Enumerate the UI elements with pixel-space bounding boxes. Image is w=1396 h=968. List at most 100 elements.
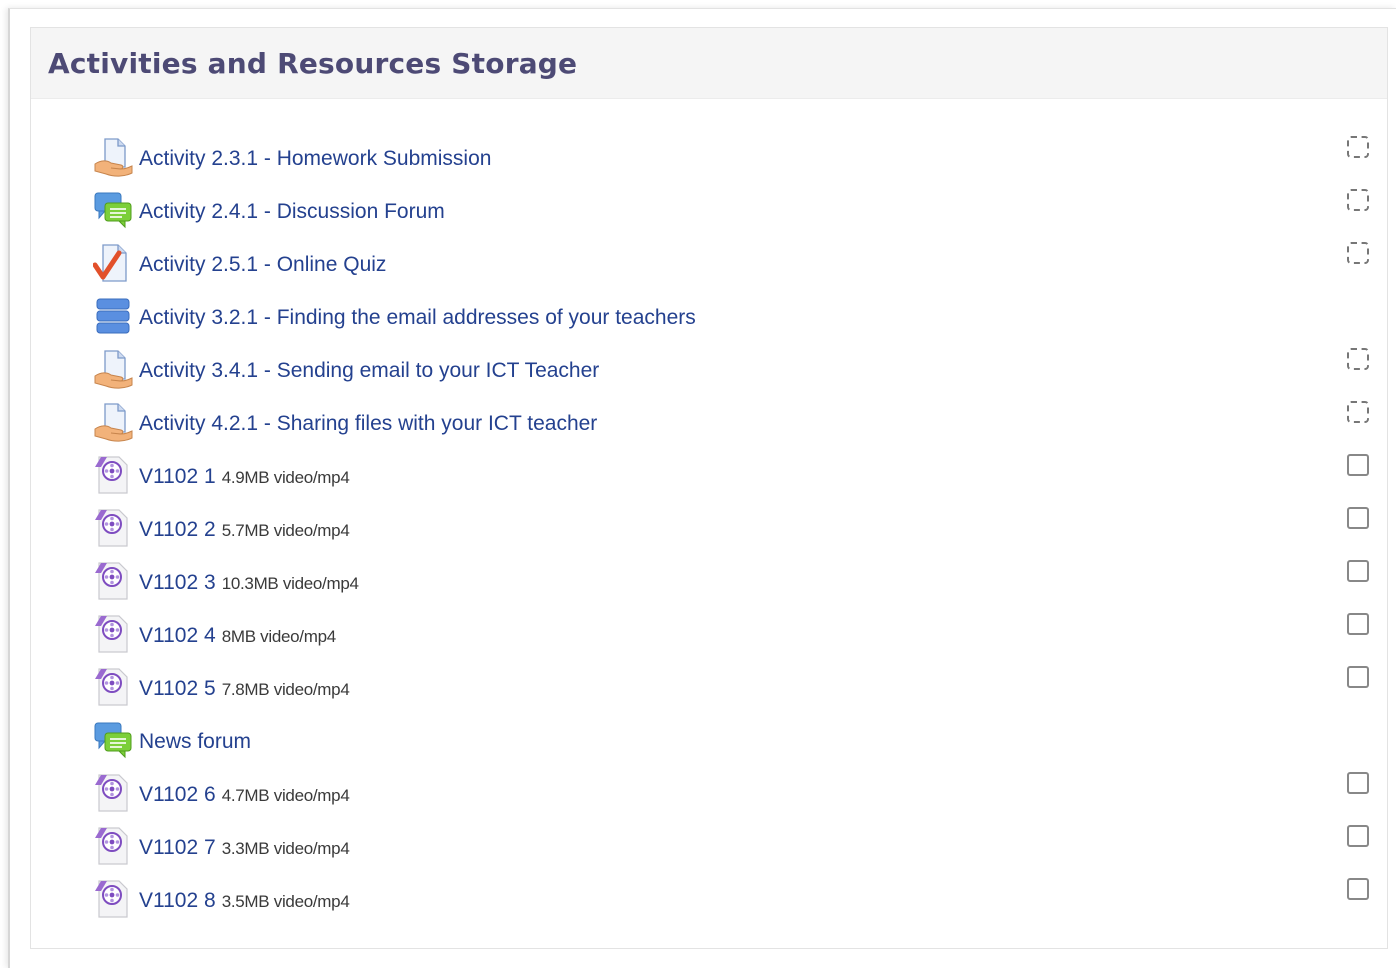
- video-file-icon: [93, 667, 133, 707]
- auto-completion-checkbox[interactable]: [1347, 401, 1369, 423]
- video-file-icon: [93, 455, 133, 495]
- video-file-icon: [93, 561, 133, 601]
- forum-icon: [93, 190, 133, 230]
- manual-completion-checkbox[interactable]: [1347, 772, 1369, 794]
- auto-completion-checkbox[interactable]: [1347, 348, 1369, 370]
- activity-row: V1102 8 3.5MB video/mp4: [31, 875, 1387, 928]
- activity-name: V1102 5: [139, 677, 216, 700]
- activity-name: Activity 2.5.1 - Online Quiz: [139, 253, 387, 276]
- activity-row: V1102 5 7.8MB video/mp4: [31, 663, 1387, 716]
- activity-link[interactable]: News forum: [93, 720, 251, 760]
- file-size-type: 4.7MB video/mp4: [221, 786, 350, 805]
- activity-row: V1102 6 4.7MB video/mp4: [31, 769, 1387, 822]
- activity-link[interactable]: V1102 5 7.8MB video/mp4: [93, 667, 350, 707]
- manual-completion-checkbox[interactable]: [1347, 454, 1369, 476]
- activity-label: Activity 2.3.1 - Homework Submission: [139, 147, 491, 171]
- activity-row: V1102 7 3.3MB video/mp4: [31, 822, 1387, 875]
- auto-completion-checkbox[interactable]: [1347, 136, 1369, 158]
- activity-label: V1102 6 4.7MB video/mp4: [139, 783, 350, 807]
- activity-name: Activity 4.2.1 - Sharing files with your…: [139, 412, 598, 435]
- activity-name: V1102 6: [139, 783, 216, 806]
- activity-link[interactable]: Activity 2.5.1 - Online Quiz: [93, 243, 386, 283]
- video-file-icon: [93, 879, 133, 919]
- activity-link[interactable]: V1102 7 3.3MB video/mp4: [93, 826, 350, 866]
- page-frame: Activities and Resources Storage Activit…: [8, 8, 1396, 968]
- manual-completion-checkbox[interactable]: [1347, 878, 1369, 900]
- activity-label: Activity 2.5.1 - Online Quiz: [139, 253, 386, 277]
- activity-name: V1102 1: [139, 465, 216, 488]
- activity-name: V1102 2: [139, 518, 216, 541]
- activity-link[interactable]: Activity 2.3.1 - Homework Submission: [93, 137, 491, 177]
- manual-completion-checkbox[interactable]: [1347, 507, 1369, 529]
- activity-label: V1102 1 4.9MB video/mp4: [139, 465, 350, 489]
- file-size-type: 8MB video/mp4: [221, 627, 337, 646]
- activity-name: News forum: [139, 730, 252, 753]
- quiz-icon: [93, 243, 133, 283]
- activity-link[interactable]: Activity 4.2.1 - Sharing files with your…: [93, 402, 597, 442]
- auto-completion-checkbox[interactable]: [1347, 189, 1369, 211]
- activity-name: Activity 2.3.1 - Homework Submission: [139, 147, 492, 170]
- forum-icon: [93, 720, 133, 760]
- panel-header: Activities and Resources Storage: [31, 28, 1387, 99]
- activity-link[interactable]: V1102 6 4.7MB video/mp4: [93, 773, 350, 813]
- activity-name: Activity 2.4.1 - Discussion Forum: [139, 200, 445, 223]
- activity-list: Activity 2.3.1 - Homework Submission Act…: [31, 133, 1387, 928]
- auto-completion-checkbox[interactable]: [1347, 242, 1369, 264]
- activity-row: Activity 4.2.1 - Sharing files with your…: [31, 398, 1387, 451]
- activity-label: V1102 7 3.3MB video/mp4: [139, 836, 350, 860]
- database-icon: [93, 296, 133, 336]
- activity-name: V1102 3: [139, 571, 216, 594]
- activity-label: V1102 2 5.7MB video/mp4: [139, 518, 350, 542]
- manual-completion-checkbox[interactable]: [1347, 825, 1369, 847]
- activity-name: V1102 4: [139, 624, 216, 647]
- activity-name: Activity 3.2.1 - Finding the email addre…: [139, 306, 696, 329]
- file-size-type: 3.3MB video/mp4: [221, 839, 350, 858]
- assignment-icon: [93, 349, 133, 389]
- activity-link[interactable]: Activity 3.4.1 - Sending email to your I…: [93, 349, 599, 389]
- assignment-icon: [93, 402, 133, 442]
- activity-row: V1102 1 4.9MB video/mp4: [31, 451, 1387, 504]
- video-file-icon: [93, 614, 133, 654]
- activity-row: Activity 2.5.1 - Online Quiz: [31, 239, 1387, 292]
- activity-label: Activity 2.4.1 - Discussion Forum: [139, 200, 445, 224]
- activity-label: Activity 3.4.1 - Sending email to your I…: [139, 359, 599, 383]
- activity-row: V1102 2 5.7MB video/mp4: [31, 504, 1387, 557]
- activity-link[interactable]: V1102 2 5.7MB video/mp4: [93, 508, 350, 548]
- activity-label: V1102 4 8MB video/mp4: [139, 624, 336, 648]
- activity-label: Activity 4.2.1 - Sharing files with your…: [139, 412, 597, 436]
- activity-row: V1102 3 10.3MB video/mp4: [31, 557, 1387, 610]
- activity-row: Activity 2.4.1 - Discussion Forum: [31, 186, 1387, 239]
- assignment-icon: [93, 137, 133, 177]
- activity-link[interactable]: V1102 8 3.5MB video/mp4: [93, 879, 350, 919]
- video-file-icon: [93, 826, 133, 866]
- activity-name: Activity 3.4.1 - Sending email to your I…: [139, 359, 600, 382]
- manual-completion-checkbox[interactable]: [1347, 613, 1369, 635]
- activity-link[interactable]: Activity 2.4.1 - Discussion Forum: [93, 190, 445, 230]
- activity-row: V1102 4 8MB video/mp4: [31, 610, 1387, 663]
- file-size-type: 5.7MB video/mp4: [221, 521, 350, 540]
- activity-name: V1102 8: [139, 889, 216, 912]
- activity-name: V1102 7: [139, 836, 216, 859]
- activity-row: Activity 3.4.1 - Sending email to your I…: [31, 345, 1387, 398]
- activity-row: Activity 3.2.1 - Finding the email addre…: [31, 292, 1387, 345]
- activity-label: V1102 5 7.8MB video/mp4: [139, 677, 350, 701]
- activity-link[interactable]: V1102 3 10.3MB video/mp4: [93, 561, 359, 601]
- activity-label: Activity 3.2.1 - Finding the email addre…: [139, 306, 696, 330]
- activity-link[interactable]: V1102 1 4.9MB video/mp4: [93, 455, 350, 495]
- file-size-type: 10.3MB video/mp4: [221, 574, 359, 593]
- manual-completion-checkbox[interactable]: [1347, 666, 1369, 688]
- activity-row: News forum: [31, 716, 1387, 769]
- activity-link[interactable]: V1102 4 8MB video/mp4: [93, 614, 336, 654]
- activity-link[interactable]: Activity 3.2.1 - Finding the email addre…: [93, 296, 696, 336]
- activity-label: V1102 3 10.3MB video/mp4: [139, 571, 359, 595]
- activity-row: Activity 2.3.1 - Homework Submission: [31, 133, 1387, 186]
- activity-label: News forum: [139, 730, 251, 754]
- file-size-type: 3.5MB video/mp4: [221, 892, 350, 911]
- file-size-type: 7.8MB video/mp4: [221, 680, 350, 699]
- panel-title: Activities and Resources Storage: [48, 46, 578, 80]
- activity-label: V1102 8 3.5MB video/mp4: [139, 889, 350, 913]
- file-size-type: 4.9MB video/mp4: [221, 468, 350, 487]
- manual-completion-checkbox[interactable]: [1347, 560, 1369, 582]
- activities-panel: Activities and Resources Storage Activit…: [30, 27, 1388, 949]
- video-file-icon: [93, 773, 133, 813]
